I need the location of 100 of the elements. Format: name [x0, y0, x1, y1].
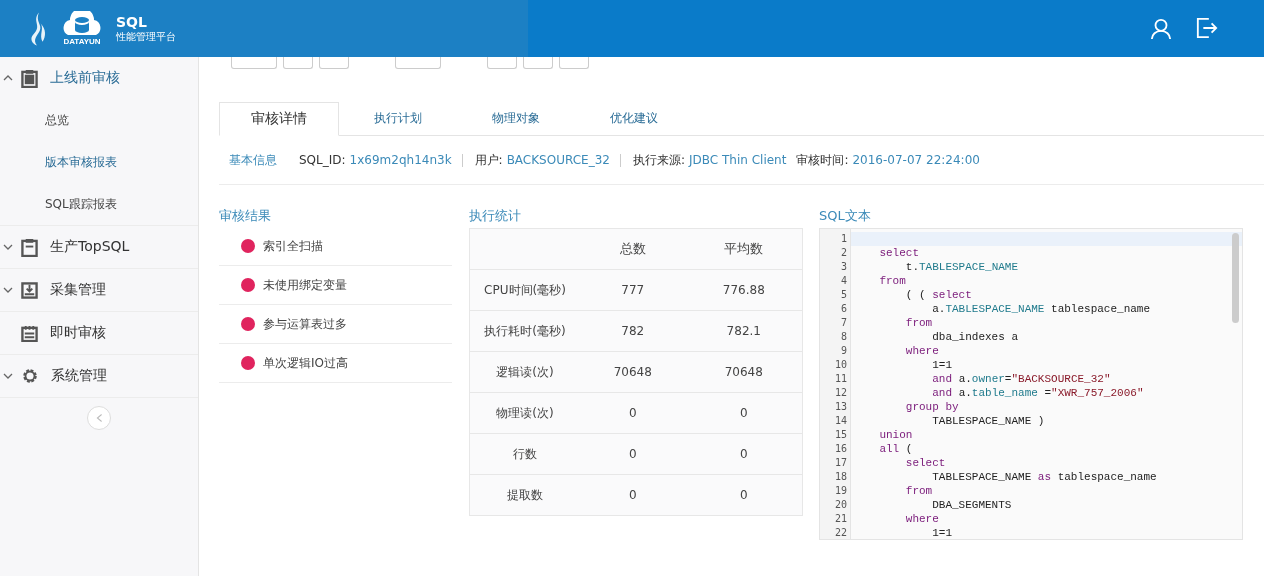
submenu-item[interactable]: 总览 — [0, 99, 198, 141]
field-label: SQL_ID: — [299, 153, 346, 167]
user-icon[interactable] — [1150, 16, 1172, 41]
line-number: 22 — [833, 526, 848, 539]
table-cell: 776.88 — [685, 269, 803, 311]
first-page-button[interactable] — [283, 57, 313, 69]
table-cell: 行数 — [469, 433, 580, 475]
code-line: t.TABLESPACE_NAME — [904, 261, 1019, 273]
code-line: and a.owner="BACKSOURCE_32" — [931, 373, 1111, 385]
section-title: 基本信息 — [229, 151, 277, 169]
table-cell: 70648 — [580, 351, 686, 393]
code-line: 1=1 — [931, 527, 953, 539]
table-cell: 物理读(次) — [469, 392, 580, 434]
code-line: dba_indexes a — [931, 331, 1019, 343]
collapse-sidebar-button[interactable] — [87, 406, 111, 430]
code-line: from — [904, 317, 933, 329]
line-number: 1 — [839, 232, 848, 246]
line-number: 20 — [833, 498, 848, 512]
tab[interactable]: 优化建议 — [575, 102, 693, 135]
field-value: BACKSOURCE_32 — [506, 153, 610, 167]
table-cell: 提取数 — [469, 474, 580, 516]
field-label: 审核时间: — [796, 151, 849, 169]
code-line: all ( — [878, 443, 913, 455]
line-number: 13 — [833, 400, 848, 414]
product-subtitle: 性能管理平台 — [116, 29, 176, 44]
clipboard-icon — [21, 68, 38, 88]
code-editor[interactable] — [819, 228, 1243, 540]
download-tray-icon — [21, 281, 38, 299]
table-cell: 782.1 — [685, 310, 803, 352]
menu-item[interactable]: 生产TopSQL — [0, 226, 198, 269]
section-title: 执行统计 — [469, 207, 522, 225]
line-number: 15 — [833, 428, 848, 442]
line-number: 6 — [839, 302, 848, 316]
table-cell: 0 — [685, 392, 803, 434]
line-number: 9 — [839, 344, 848, 358]
table-cell: 0 — [580, 392, 686, 434]
table-cell: 0 — [685, 474, 803, 516]
table-cell: 70648 — [685, 351, 803, 393]
line-number: 12 — [833, 386, 848, 400]
product-name: SQL — [116, 13, 148, 30]
submenu-item[interactable]: SQL跟踪报表 — [0, 183, 198, 226]
line-number: 16 — [833, 442, 848, 456]
line-number: 8 — [839, 330, 848, 344]
code-line: and a.table_name ="XWR_757_2006" — [931, 387, 1144, 399]
column-header: 总数 — [580, 228, 686, 270]
field-label: 用户: — [474, 151, 503, 169]
line-number: 10 — [833, 358, 848, 372]
code-line: union — [878, 429, 913, 441]
section-title: 审核结果 — [219, 207, 272, 225]
field-value: 1x69m2qh14n3k — [349, 153, 452, 167]
chevron-icon — [3, 244, 13, 250]
table-cell: 逻辑读(次) — [469, 351, 580, 393]
line-number: 7 — [839, 316, 848, 330]
menu-item[interactable]: 上线前审核 — [0, 57, 198, 99]
code-line: DBA_SEGMENTS — [931, 499, 1012, 511]
code-line: group by — [904, 401, 959, 413]
calendar-icon — [21, 324, 38, 342]
next-page-button[interactable] — [487, 57, 517, 69]
logout-icon[interactable] — [1196, 16, 1218, 39]
refresh-button[interactable] — [559, 57, 589, 69]
field-value: JDBC Thin Client — [689, 153, 787, 167]
menu-item[interactable]: 系统管理 — [0, 355, 198, 398]
line-number: 5 — [839, 288, 848, 302]
result-label: 单次逻辑IO过高 — [263, 354, 348, 372]
line-number: 14 — [833, 414, 848, 428]
chevron-icon — [3, 287, 13, 293]
column-header: 平均数 — [685, 228, 803, 270]
code-line: from — [878, 275, 906, 287]
chevron-left-icon — [95, 413, 103, 423]
page-number-field[interactable] — [395, 57, 441, 69]
code-line: from — [904, 485, 933, 497]
menu-item[interactable]: 采集管理 — [0, 269, 198, 312]
clipboard-icon — [21, 237, 38, 257]
code-line: where — [904, 513, 939, 525]
result-label: 参与运算表过多 — [263, 315, 347, 333]
chevron-icon — [3, 75, 13, 81]
table-cell: 执行耗时(毫秒) — [469, 310, 580, 352]
code-line: TABLESPACE_NAME ) — [931, 415, 1045, 427]
code-line: 1=1 — [931, 359, 953, 371]
last-page-button[interactable] — [523, 57, 553, 69]
line-number: 2 — [839, 246, 848, 260]
table-cell: 777 — [580, 269, 686, 311]
line-number: 18 — [833, 470, 848, 484]
result-label: 未使用绑定变量 — [263, 276, 347, 294]
tab[interactable]: 执行计划 — [339, 102, 457, 135]
tab[interactable]: 物理对象 — [457, 102, 575, 135]
menu-item[interactable]: 即时审核 — [0, 312, 198, 355]
code-line: TABLESPACE_NAME as tablespace_name — [931, 471, 1157, 483]
code-line: ( ( select — [904, 289, 972, 301]
result-label: 索引全扫描 — [263, 237, 323, 255]
code-line: a.TABLESPACE_NAME tablespace_name — [931, 303, 1151, 315]
field-label: 执行来源: — [632, 151, 685, 169]
table-cell: 782 — [580, 310, 686, 352]
tab[interactable]: 审核详情 — [219, 102, 339, 136]
table-cell: 0 — [580, 433, 686, 475]
scrollbar-thumb[interactable] — [1232, 233, 1239, 323]
page-size-select[interactable] — [231, 57, 277, 69]
submenu-item[interactable]: 版本审核报表 — [0, 141, 198, 183]
previous-page-button[interactable] — [319, 57, 349, 69]
section-title: SQL文本 — [819, 207, 872, 225]
